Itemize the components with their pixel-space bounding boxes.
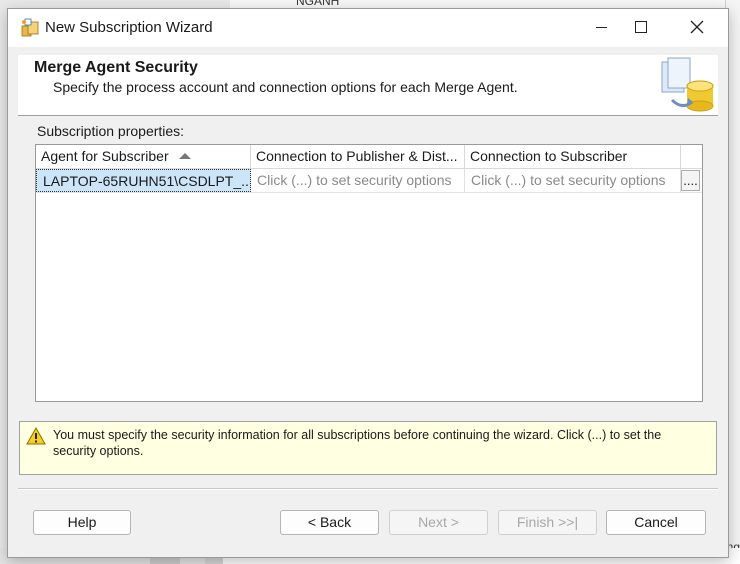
subscription-properties-label: Subscription properties: [37, 123, 185, 139]
close-icon [690, 20, 704, 34]
finish-button[interactable]: Finish >>| [498, 510, 597, 535]
page-title: Merge Agent Security [34, 59, 198, 76]
title-bar[interactable]: New Subscription Wizard [8, 9, 728, 47]
maximize-button[interactable] [618, 9, 664, 45]
table-row[interactable]: LAPTOP-65RUHN51\CSDLPT_... Click (...) t… [36, 169, 702, 193]
set-security-options-button[interactable]: .... [681, 170, 700, 191]
wizard-app-icon [21, 18, 39, 37]
column-header-label: Connection to Publisher & Dist... [256, 148, 458, 164]
grid-header: Agent for Subscriber Connection to Publi… [36, 145, 702, 169]
page-header: Merge Agent Security Specify the process… [18, 55, 718, 116]
page-subtitle: Specify the process account and connecti… [53, 79, 518, 95]
help-button[interactable]: Help [33, 510, 131, 535]
warning-message: You must specify the security informatio… [53, 428, 662, 458]
minimize-icon [595, 26, 607, 28]
next-button[interactable]: Next > [389, 510, 488, 535]
column-header-agent[interactable]: Agent for Subscriber [36, 145, 251, 168]
subscription-wizard-dialog: New Subscription Wizard Merge Agent Secu… [7, 8, 729, 558]
column-header-label: Agent for Subscriber [41, 148, 169, 164]
column-header-label: Connection to Subscriber [470, 148, 628, 164]
column-header-subscriber-connection[interactable]: Connection to Subscriber [465, 145, 681, 168]
subscription-grid: Agent for Subscriber Connection to Publi… [35, 144, 703, 402]
cell-publisher-connection[interactable]: Click (...) to set security options [251, 169, 465, 192]
database-security-icon [661, 57, 714, 112]
maximize-icon [635, 21, 647, 33]
warning-icon [26, 427, 46, 445]
cell-agent[interactable]: LAPTOP-65RUHN51\CSDLPT_... [36, 169, 251, 192]
background-top-text: NGANH [296, 0, 340, 8]
column-header-publisher-connection[interactable]: Connection to Publisher & Dist... [251, 145, 465, 168]
window-title: New Subscription Wizard [45, 19, 213, 36]
background-top-strip: NGANH [230, 0, 740, 8]
warning-panel: You must specify the security informatio… [19, 421, 717, 475]
close-button[interactable] [674, 9, 720, 45]
back-button[interactable]: < Back [280, 510, 379, 535]
footer-divider [18, 488, 718, 490]
cell-subscriber-connection[interactable]: Click (...) to set security options [465, 169, 681, 192]
sort-ascending-icon [179, 153, 191, 159]
cancel-button[interactable]: Cancel [606, 510, 706, 535]
